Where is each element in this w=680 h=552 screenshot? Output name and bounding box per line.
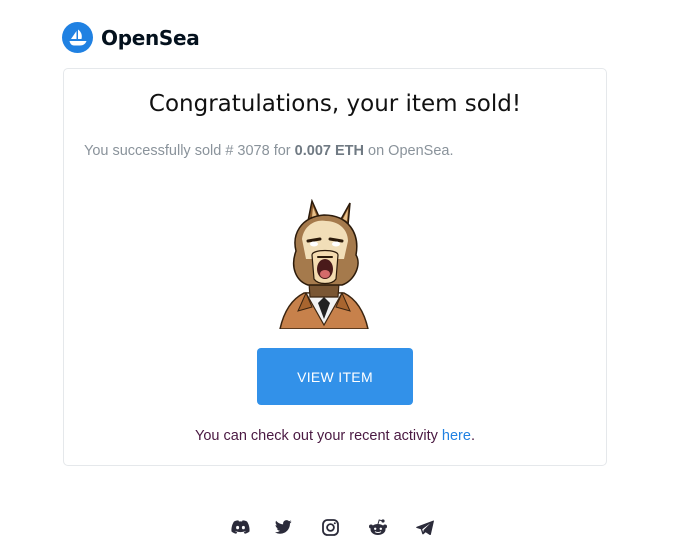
sold-prefix: You successfully sold # 3078 for [84, 143, 291, 159]
view-item-button[interactable]: VIEW ITEM [257, 348, 413, 405]
brand-name: OpenSea [101, 25, 200, 50]
brand-header[interactable]: OpenSea [62, 22, 200, 53]
instagram-icon[interactable] [319, 516, 341, 538]
sale-card: Congratulations, your item sold! You suc… [63, 68, 607, 466]
sold-price: 0.007 ETH [294, 143, 364, 159]
sold-suffix: on OpenSea. [368, 143, 454, 159]
activity-message: You can check out your recent activity h… [64, 428, 606, 444]
opensea-logo-icon [62, 22, 93, 53]
activity-text: You can check out your recent activity [195, 428, 438, 444]
card-title: Congratulations, your item sold! [148, 91, 522, 117]
sold-message: You successfully sold # 3078 for 0.007 E… [84, 143, 453, 159]
social-links [0, 516, 680, 538]
activity-here-link[interactable]: here [442, 428, 471, 444]
telegram-icon[interactable] [414, 516, 436, 538]
reddit-icon[interactable] [367, 516, 389, 538]
nft-llama-image [279, 199, 369, 329]
twitter-icon[interactable] [272, 516, 294, 538]
discord-icon[interactable] [229, 516, 251, 538]
activity-end: . [470, 428, 475, 444]
